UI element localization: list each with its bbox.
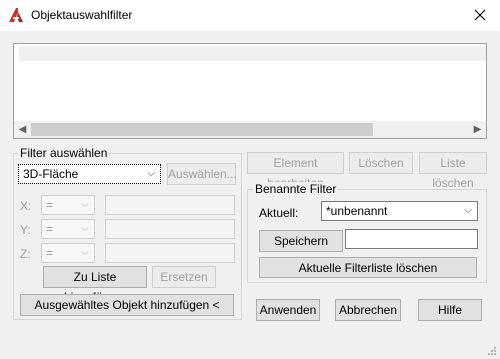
scroll-thumb[interactable]: [31, 123, 373, 136]
save-as-field[interactable]: [345, 229, 478, 249]
chevron-down-icon: ⌵: [81, 199, 89, 210]
chevron-down-icon: ⌵: [147, 168, 155, 179]
autocad-logo-icon: [9, 8, 23, 22]
add-to-list-button[interactable]: Zu Liste hinzufügen:: [43, 266, 147, 304]
resize-grip-icon[interactable]: [487, 346, 497, 356]
apply-button[interactable]: Anwenden: [256, 299, 320, 321]
z-operator-combo[interactable]: = ⌵: [41, 243, 95, 263]
scroll-right-icon[interactable]: ▶: [469, 121, 486, 138]
chevron-down-icon: ⌵: [464, 205, 472, 216]
filter-list[interactable]: ◀ ▶: [13, 43, 487, 139]
save-as-button[interactable]: Speichern unter:: [259, 230, 343, 268]
select-button[interactable]: Auswählen...: [167, 163, 237, 185]
x-label: X:: [20, 199, 32, 213]
filter-select-group-label: Filter auswählen: [18, 146, 110, 160]
x-value-field[interactable]: [105, 195, 235, 215]
cancel-button[interactable]: Abbrechen: [335, 299, 401, 321]
delete-current-filter-list-button[interactable]: Aktuelle Filterliste löschen: [259, 257, 477, 278]
clear-list-button[interactable]: Liste löschen: [419, 152, 487, 190]
delete-button[interactable]: Löschen: [349, 152, 413, 174]
help-button[interactable]: Hilfe: [418, 299, 482, 321]
list-item[interactable]: [19, 46, 486, 61]
add-selected-object-button[interactable]: Ausgewähltes Objekt hinzufügen <: [20, 294, 234, 316]
scroll-left-icon[interactable]: ◀: [14, 121, 31, 138]
z-value-field[interactable]: [105, 243, 235, 263]
chevron-down-icon: ⌵: [81, 223, 89, 234]
close-icon[interactable]: [474, 9, 486, 21]
window-title: Objektauswahlfilter: [31, 8, 133, 22]
named-filters-group-label: Benannte Filter: [253, 182, 339, 196]
x-operator-combo[interactable]: = ⌵: [41, 195, 95, 215]
replace-button[interactable]: Ersetzen: [152, 266, 216, 288]
object-type-value: 3D-Fläche: [23, 167, 79, 181]
current-label: Aktuell:: [259, 206, 299, 220]
y-label: Y:: [20, 223, 31, 237]
horizontal-scrollbar[interactable]: ◀ ▶: [14, 121, 486, 138]
edit-item-button[interactable]: Element bearbeiten: [247, 152, 344, 190]
object-type-combo[interactable]: 3D-Fläche ⌵: [18, 164, 161, 184]
z-label: Z:: [20, 247, 31, 261]
chevron-down-icon: ⌵: [81, 247, 89, 258]
current-filter-combo[interactable]: *unbenannt ⌵: [321, 201, 478, 221]
y-value-field[interactable]: [105, 219, 235, 239]
title-bar: Objektauswahlfilter: [0, 0, 500, 31]
y-operator-combo[interactable]: = ⌵: [41, 219, 95, 239]
